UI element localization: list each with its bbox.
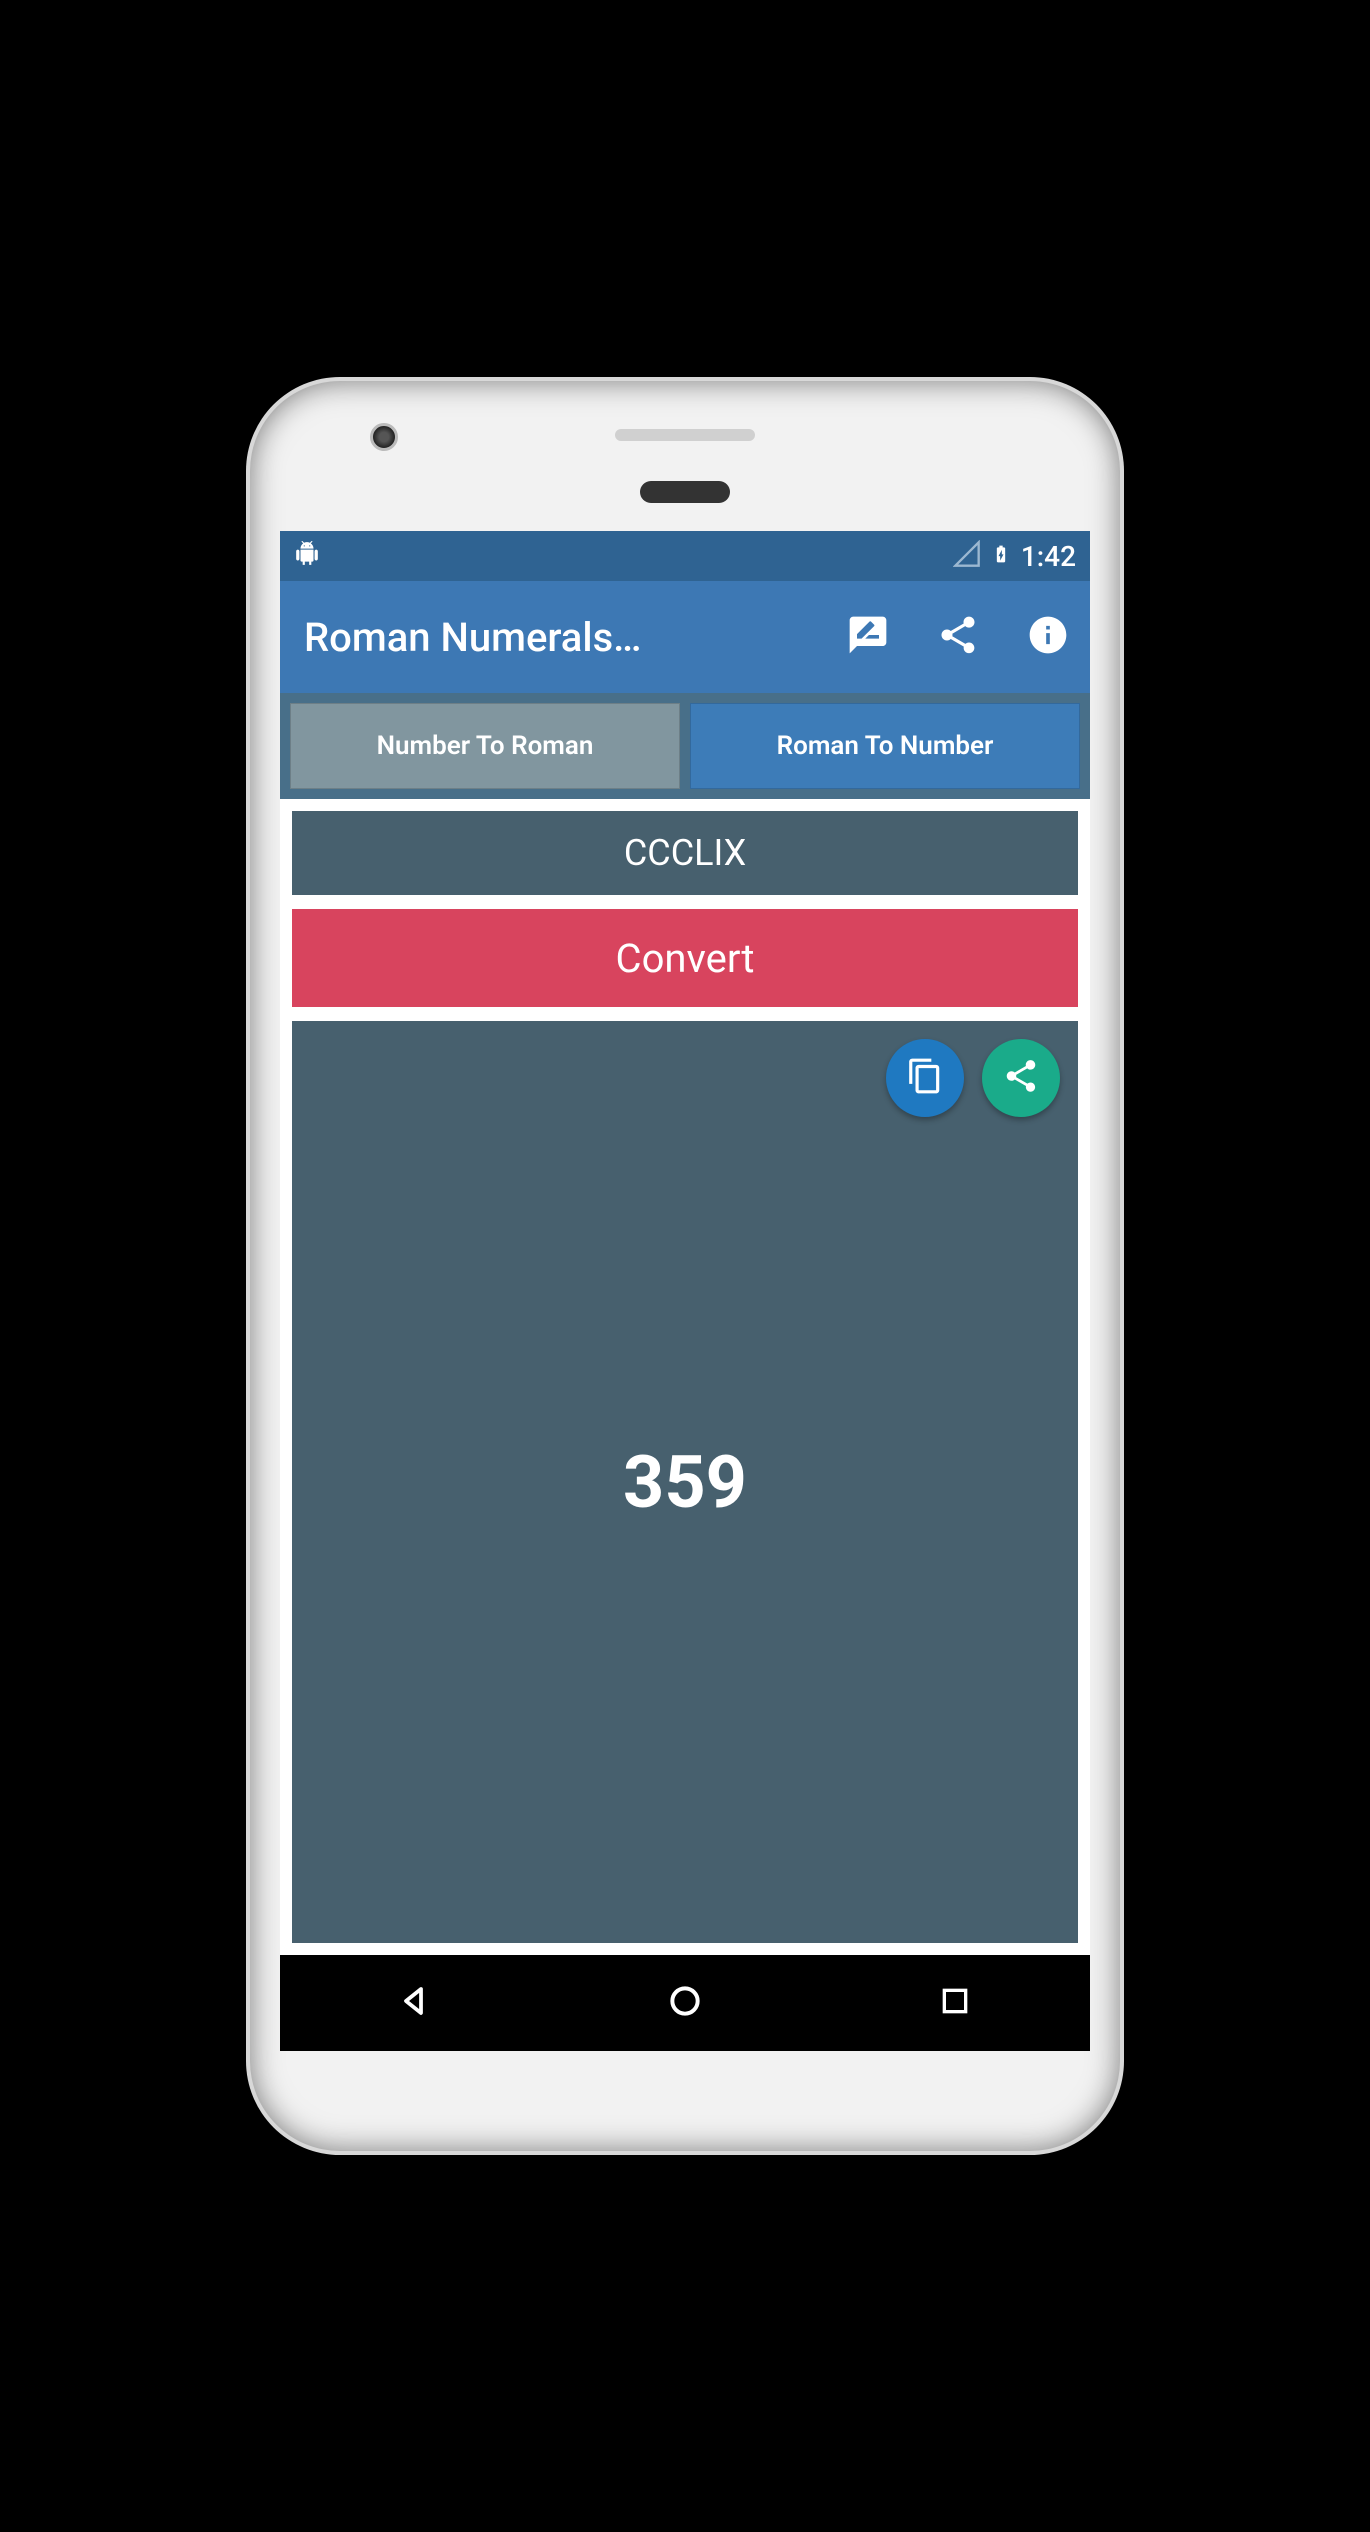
tab-label: Number To Roman: [377, 731, 594, 761]
home-icon: [666, 1982, 704, 2024]
info-icon: [1026, 613, 1070, 661]
tab-label: Roman To Number: [777, 731, 994, 761]
result-area: 359: [292, 1021, 1078, 1943]
convert-button[interactable]: Convert: [292, 909, 1078, 1007]
share-icon: [936, 613, 980, 661]
nav-bar: [280, 1955, 1090, 2051]
info-button[interactable]: [1024, 613, 1072, 661]
signal-icon: [953, 540, 981, 572]
recents-button[interactable]: [925, 1973, 985, 2033]
app-bar-actions: [844, 613, 1072, 661]
screen: 1:42 Roman Numerals…: [280, 531, 1090, 2051]
share-button[interactable]: [934, 613, 982, 661]
back-icon: [397, 1983, 433, 2023]
tab-roman-to-number[interactable]: Roman To Number: [690, 703, 1080, 789]
copy-button[interactable]: [886, 1039, 964, 1117]
status-left: [294, 541, 320, 571]
app-title: Roman Numerals…: [304, 614, 820, 661]
home-button[interactable]: [655, 1973, 715, 2033]
phone-speaker-slot: [615, 429, 755, 441]
content-area: CCCLIX Convert: [280, 799, 1090, 1955]
share-icon: [1002, 1057, 1040, 1099]
tabs-row: Number To Roman Roman To Number: [280, 693, 1090, 799]
status-right: 1:42: [953, 540, 1076, 573]
phone-earpiece: [640, 481, 730, 503]
app-bar: Roman Numerals…: [280, 581, 1090, 693]
phone-camera: [370, 423, 398, 451]
status-bar: 1:42: [280, 531, 1090, 581]
status-time: 1:42: [1021, 540, 1076, 573]
convert-label: Convert: [616, 935, 755, 982]
result-value: 359: [623, 1440, 747, 1525]
rate-review-icon: [846, 613, 890, 661]
android-icon: [294, 541, 320, 571]
roman-input[interactable]: CCCLIX: [292, 811, 1078, 895]
recents-icon: [939, 1985, 971, 2021]
input-value: CCCLIX: [624, 832, 746, 874]
back-button[interactable]: [385, 1973, 445, 2033]
share-result-button[interactable]: [982, 1039, 1060, 1117]
fab-row: [886, 1039, 1060, 1117]
phone-frame: 1:42 Roman Numerals…: [250, 381, 1120, 2151]
copy-icon: [906, 1057, 944, 1099]
battery-icon: [991, 540, 1011, 572]
tab-number-to-roman[interactable]: Number To Roman: [290, 703, 680, 789]
rate-button[interactable]: [844, 613, 892, 661]
